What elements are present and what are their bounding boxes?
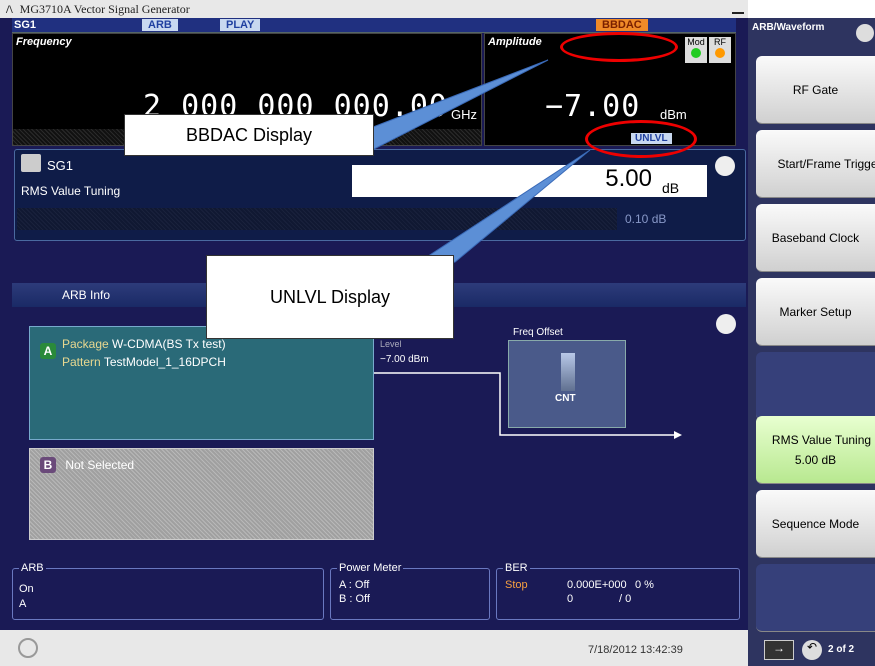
bbdac-highlight-ring xyxy=(560,32,678,62)
unlvl-callout: UNLVL Display xyxy=(206,255,454,339)
bbdac-callout: BBDAC Display xyxy=(124,114,374,156)
unlvl-highlight-ring xyxy=(585,120,697,158)
